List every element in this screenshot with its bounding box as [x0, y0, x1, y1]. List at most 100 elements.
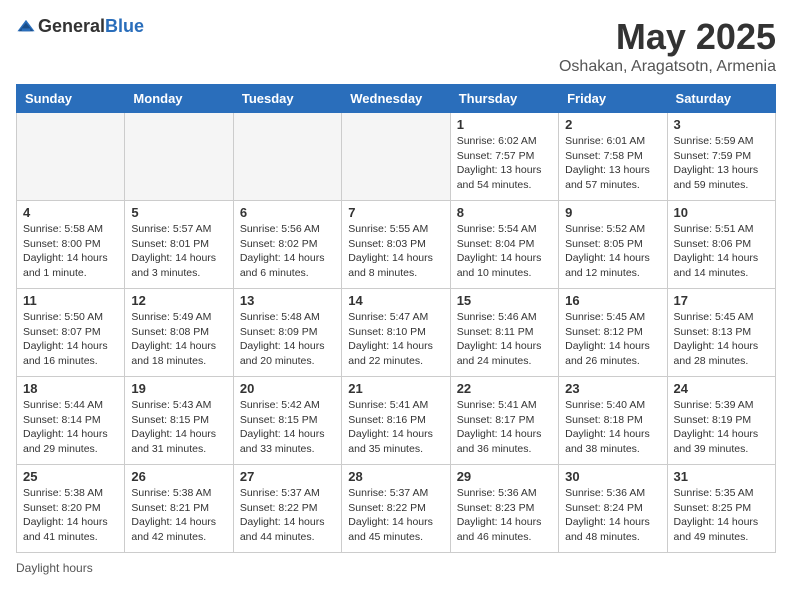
- day-number: 1: [457, 117, 552, 132]
- calendar-cell: 24 Sunrise: 5:39 AMSunset: 8:19 PMDayligh…: [667, 377, 775, 465]
- col-header-sunday: Sunday: [17, 85, 125, 113]
- calendar-cell: 20 Sunrise: 5:42 AMSunset: 8:15 PMDayligh…: [233, 377, 341, 465]
- calendar-cell: 28 Sunrise: 5:37 AMSunset: 8:22 PMDayligh…: [342, 465, 450, 553]
- day-info: Sunrise: 6:01 AMSunset: 7:58 PMDaylight:…: [565, 134, 660, 193]
- day-number: 20: [240, 381, 335, 396]
- day-number: 16: [565, 293, 660, 308]
- day-number: 17: [674, 293, 769, 308]
- day-info: Sunrise: 5:47 AMSunset: 8:10 PMDaylight:…: [348, 310, 443, 369]
- day-info: Sunrise: 6:02 AMSunset: 7:57 PMDaylight:…: [457, 134, 552, 193]
- day-info: Sunrise: 5:39 AMSunset: 8:19 PMDaylight:…: [674, 398, 769, 457]
- day-info: Sunrise: 5:55 AMSunset: 8:03 PMDaylight:…: [348, 222, 443, 281]
- day-info: Sunrise: 5:40 AMSunset: 8:18 PMDaylight:…: [565, 398, 660, 457]
- generalblue-logo-icon: [16, 17, 36, 37]
- day-info: Sunrise: 5:46 AMSunset: 8:11 PMDaylight:…: [457, 310, 552, 369]
- day-info: Sunrise: 5:35 AMSunset: 8:25 PMDaylight:…: [674, 486, 769, 545]
- calendar-header-row: SundayMondayTuesdayWednesdayThursdayFrid…: [17, 85, 776, 113]
- day-number: 22: [457, 381, 552, 396]
- col-header-thursday: Thursday: [450, 85, 558, 113]
- col-header-saturday: Saturday: [667, 85, 775, 113]
- calendar-cell: 7 Sunrise: 5:55 AMSunset: 8:03 PMDaylight…: [342, 201, 450, 289]
- day-number: 24: [674, 381, 769, 396]
- day-number: 23: [565, 381, 660, 396]
- day-number: 13: [240, 293, 335, 308]
- calendar-cell: 1 Sunrise: 6:02 AMSunset: 7:57 PMDaylight…: [450, 113, 558, 201]
- calendar-cell: 9 Sunrise: 5:52 AMSunset: 8:05 PMDaylight…: [559, 201, 667, 289]
- calendar-cell: [125, 113, 233, 201]
- calendar-week-row: 25 Sunrise: 5:38 AMSunset: 8:20 PMDayligh…: [17, 465, 776, 553]
- day-number: 10: [674, 205, 769, 220]
- day-info: Sunrise: 5:56 AMSunset: 8:02 PMDaylight:…: [240, 222, 335, 281]
- calendar-cell: 4 Sunrise: 5:58 AMSunset: 8:00 PMDaylight…: [17, 201, 125, 289]
- calendar-cell: 2Sunrise: 6:01 AMSunset: 7:58 PMDaylight…: [559, 113, 667, 201]
- calendar-cell: 13 Sunrise: 5:48 AMSunset: 8:09 PMDayligh…: [233, 289, 341, 377]
- day-number: 15: [457, 293, 552, 308]
- calendar-cell: 21 Sunrise: 5:41 AMSunset: 8:16 PMDayligh…: [342, 377, 450, 465]
- day-number: 30: [565, 469, 660, 484]
- day-number: 4: [23, 205, 118, 220]
- calendar-cell: 11Sunrise: 5:50 AMSunset: 8:07 PMDayligh…: [17, 289, 125, 377]
- day-number: 7: [348, 205, 443, 220]
- calendar-cell: 18Sunrise: 5:44 AMSunset: 8:14 PMDayligh…: [17, 377, 125, 465]
- calendar-cell: 23 Sunrise: 5:40 AMSunset: 8:18 PMDayligh…: [559, 377, 667, 465]
- day-info: Sunrise: 5:57 AMSunset: 8:01 PMDaylight:…: [131, 222, 226, 281]
- logo-general-text: General: [38, 16, 105, 36]
- footer-note: Daylight hours: [16, 561, 776, 575]
- day-info: Sunrise: 5:42 AMSunset: 8:15 PMDaylight:…: [240, 398, 335, 457]
- day-number: 31: [674, 469, 769, 484]
- calendar-cell: [342, 113, 450, 201]
- day-number: 29: [457, 469, 552, 484]
- day-info: Sunrise: 5:38 AMSunset: 8:20 PMDaylight:…: [23, 486, 118, 545]
- logo: GeneralBlue: [16, 16, 144, 37]
- calendar-cell: [17, 113, 125, 201]
- title-area: May 2025 Oshakan, Aragatsotn, Armenia: [559, 16, 776, 76]
- day-number: 9: [565, 205, 660, 220]
- day-number: 8: [457, 205, 552, 220]
- day-number: 27: [240, 469, 335, 484]
- calendar-cell: 17Sunrise: 5:45 AMSunset: 8:13 PMDayligh…: [667, 289, 775, 377]
- calendar-table: SundayMondayTuesdayWednesdayThursdayFrid…: [16, 84, 776, 553]
- day-number: 3: [674, 117, 769, 132]
- day-info: Sunrise: 5:38 AMSunset: 8:21 PMDaylight:…: [131, 486, 226, 545]
- day-info: Sunrise: 5:59 AMSunset: 7:59 PMDaylight:…: [674, 134, 769, 193]
- day-info: Sunrise: 5:50 AMSunset: 8:07 PMDaylight:…: [23, 310, 118, 369]
- day-info: Sunrise: 5:48 AMSunset: 8:09 PMDaylight:…: [240, 310, 335, 369]
- month-title: May 2025: [559, 16, 776, 58]
- col-header-tuesday: Tuesday: [233, 85, 341, 113]
- day-number: 19: [131, 381, 226, 396]
- day-number: 25: [23, 469, 118, 484]
- day-info: Sunrise: 5:41 AMSunset: 8:16 PMDaylight:…: [348, 398, 443, 457]
- day-info: Sunrise: 5:45 AMSunset: 8:12 PMDaylight:…: [565, 310, 660, 369]
- day-info: Sunrise: 5:52 AMSunset: 8:05 PMDaylight:…: [565, 222, 660, 281]
- day-info: Sunrise: 5:36 AMSunset: 8:23 PMDaylight:…: [457, 486, 552, 545]
- location-title: Oshakan, Aragatsotn, Armenia: [559, 58, 776, 76]
- day-info: Sunrise: 5:51 AMSunset: 8:06 PMDaylight:…: [674, 222, 769, 281]
- day-info: Sunrise: 5:44 AMSunset: 8:14 PMDaylight:…: [23, 398, 118, 457]
- day-info: Sunrise: 5:58 AMSunset: 8:00 PMDaylight:…: [23, 222, 118, 281]
- day-info: Sunrise: 5:49 AMSunset: 8:08 PMDaylight:…: [131, 310, 226, 369]
- day-info: Sunrise: 5:43 AMSunset: 8:15 PMDaylight:…: [131, 398, 226, 457]
- day-number: 28: [348, 469, 443, 484]
- calendar-cell: 15 Sunrise: 5:46 AMSunset: 8:11 PMDayligh…: [450, 289, 558, 377]
- calendar-cell: 27Sunrise: 5:37 AMSunset: 8:22 PMDayligh…: [233, 465, 341, 553]
- logo-blue-text: Blue: [105, 16, 144, 36]
- day-number: 12: [131, 293, 226, 308]
- day-number: 6: [240, 205, 335, 220]
- calendar-cell: 29 Sunrise: 5:36 AMSunset: 8:23 PMDayligh…: [450, 465, 558, 553]
- day-info: Sunrise: 5:54 AMSunset: 8:04 PMDaylight:…: [457, 222, 552, 281]
- day-number: 21: [348, 381, 443, 396]
- calendar-cell: 5 Sunrise: 5:57 AMSunset: 8:01 PMDaylight…: [125, 201, 233, 289]
- calendar-cell: 14Sunrise: 5:47 AMSunset: 8:10 PMDayligh…: [342, 289, 450, 377]
- calendar-cell: 22 Sunrise: 5:41 AMSunset: 8:17 PMDayligh…: [450, 377, 558, 465]
- day-info: Sunrise: 5:37 AMSunset: 8:22 PMDaylight:…: [348, 486, 443, 545]
- calendar-cell: 16 Sunrise: 5:45 AMSunset: 8:12 PMDayligh…: [559, 289, 667, 377]
- calendar-cell: 25 Sunrise: 5:38 AMSunset: 8:20 PMDayligh…: [17, 465, 125, 553]
- calendar-cell: 10 Sunrise: 5:51 AMSunset: 8:06 PMDayligh…: [667, 201, 775, 289]
- col-header-monday: Monday: [125, 85, 233, 113]
- day-info: Sunrise: 5:36 AMSunset: 8:24 PMDaylight:…: [565, 486, 660, 545]
- day-number: 5: [131, 205, 226, 220]
- calendar-cell: 19 Sunrise: 5:43 AMSunset: 8:15 PMDayligh…: [125, 377, 233, 465]
- daylight-label: Daylight hours: [16, 561, 93, 575]
- calendar-week-row: 4 Sunrise: 5:58 AMSunset: 8:00 PMDaylight…: [17, 201, 776, 289]
- day-info: Sunrise: 5:41 AMSunset: 8:17 PMDaylight:…: [457, 398, 552, 457]
